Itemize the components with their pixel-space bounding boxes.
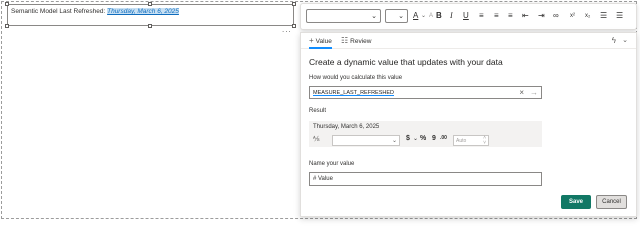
chevron-down-icon: ⌄ xyxy=(371,13,377,20)
dynamic-value-selection[interactable]: Thursday, March 6, 2025 xyxy=(107,8,179,15)
text-box-content[interactable]: Semantic Model Last Refreshed: Thursday,… xyxy=(11,8,179,15)
subscript-icon[interactable]: x₂ xyxy=(585,11,590,21)
resize-handle[interactable] xyxy=(5,24,9,28)
indent-icon[interactable]: ⇥ xyxy=(538,11,545,21)
close-icon[interactable]: × xyxy=(519,88,524,97)
more-options-icon[interactable]: ... xyxy=(282,25,292,34)
format-toolbar: ⌄ ⌄ A ⌄ A B I U ≡ ≡ ≡ ⇤ ⇥ ∞ x² x₂ ☰ ☰ xyxy=(300,3,637,30)
underline-icon[interactable]: U xyxy=(463,11,469,21)
result-box: Thursday, March 6, 2025 ⅍ ⌄ $ ⌄ % 9 .00 … xyxy=(309,121,542,147)
name-input[interactable]: # Value xyxy=(309,172,542,186)
chevron-down-icon[interactable]: ⌄ xyxy=(413,135,418,142)
dynamic-value-panel: + Value ☷ Review ϟ ⌄ Create a dynamic valu… xyxy=(300,32,637,217)
comma-format-button[interactable]: 9 xyxy=(432,135,436,142)
cancel-button[interactable]: Cancel xyxy=(596,195,627,209)
format-painter-icon[interactable]: ⅍ xyxy=(313,136,320,143)
chevron-down-icon[interactable]: ⌄ xyxy=(622,36,628,44)
resize-handle[interactable] xyxy=(5,2,9,6)
tab-review-label: Review xyxy=(350,38,372,45)
font-family-select[interactable]: ⌄ xyxy=(306,9,381,23)
chevron-down-icon: ⌄ xyxy=(398,13,404,20)
result-label: Result xyxy=(309,108,327,114)
align-center-icon[interactable]: ≡ xyxy=(494,11,499,21)
panel-tabs: + Value ☷ Review ϟ ⌄ xyxy=(301,33,636,49)
resize-handle[interactable] xyxy=(292,2,296,6)
text-box-visual[interactable]: Semantic Model Last Refreshed: Thursday,… xyxy=(5,2,296,28)
table-icon: ☷ xyxy=(341,36,349,45)
arrow-right-icon[interactable]: → xyxy=(530,88,538,97)
align-left-icon[interactable]: ≡ xyxy=(479,11,484,21)
font-color-icon[interactable]: A xyxy=(413,11,418,21)
tab-value-label: Value xyxy=(315,38,332,45)
name-label: Name your value xyxy=(309,161,355,167)
tab-review[interactable]: ☷ Review xyxy=(341,36,371,45)
bold-icon[interactable]: B xyxy=(436,11,442,21)
name-value: # Value xyxy=(313,176,333,182)
align-right-icon[interactable]: ≡ xyxy=(508,11,513,21)
decrease-font-icon[interactable]: A xyxy=(429,11,433,21)
result-value: Thursday, March 6, 2025 xyxy=(313,124,380,130)
chevron-down-icon: ⌄ xyxy=(391,138,397,144)
measure-input[interactable]: MEASURE_LAST_REFRESHED × → xyxy=(309,86,542,99)
spinner-icon[interactable]: ˄ ˅ xyxy=(483,136,486,146)
superscript-icon[interactable]: x² xyxy=(570,11,575,21)
chevron-down-icon[interactable]: ⌄ xyxy=(421,11,426,21)
currency-format-button[interactable]: $ xyxy=(406,135,410,142)
tab-value[interactable]: + Value xyxy=(309,36,332,49)
format-select[interactable]: ⌄ xyxy=(332,135,400,146)
measure-value: MEASURE_LAST_REFRESHED xyxy=(313,90,394,96)
calc-label: How would you calculate this value xyxy=(309,75,403,81)
numbered-list-icon[interactable]: ☰ xyxy=(616,11,623,21)
link-icon[interactable]: ∞ xyxy=(553,11,559,21)
plus-icon: + xyxy=(309,36,314,45)
resize-handle[interactable] xyxy=(148,24,152,28)
outdent-icon[interactable]: ⇤ xyxy=(522,11,529,21)
text-box-prefix: Semantic Model Last Refreshed: xyxy=(11,8,108,15)
font-size-select[interactable]: ⌄ xyxy=(385,9,408,23)
bullet-list-icon[interactable]: ☰ xyxy=(600,11,607,21)
resize-handle[interactable] xyxy=(148,2,152,6)
resize-handle[interactable] xyxy=(292,24,296,28)
panel-heading: Create a dynamic value that updates with… xyxy=(309,57,503,67)
save-button[interactable]: Save xyxy=(561,195,591,209)
lightning-icon[interactable]: ϟ xyxy=(612,36,616,45)
decimal-places-placeholder: Auto xyxy=(456,138,467,144)
decimal-format-button[interactable]: .00 xyxy=(440,135,447,141)
percent-format-button[interactable]: % xyxy=(420,135,426,142)
italic-icon[interactable]: I xyxy=(450,11,453,21)
decimal-places-stepper[interactable]: Auto ˄ ˅ xyxy=(453,135,489,146)
